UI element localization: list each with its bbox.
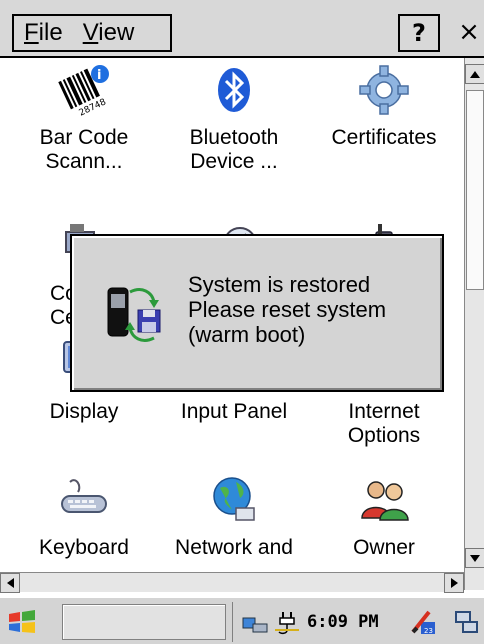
network-icon — [213, 477, 255, 521]
scroll-down-button[interactable] — [465, 548, 484, 568]
dialog-line-2: Please reset system — [188, 297, 387, 322]
item-keyboard[interactable]: Keyboard — [14, 472, 154, 560]
item-owner[interactable]: Owner — [314, 472, 454, 560]
arrow-down-icon — [470, 554, 480, 562]
connection-icon[interactable] — [453, 608, 481, 636]
windows-flag-icon[interactable] — [6, 606, 38, 638]
input-method-icon[interactable]: 23 — [409, 608, 437, 636]
file-label-rest: ile — [38, 19, 63, 46]
restore-dialog: System is restored Please reset system (… — [70, 234, 444, 392]
arrow-up-icon — [470, 70, 480, 78]
menu-bar: File View ? × — [0, 0, 484, 58]
item-label: Network and — [175, 536, 293, 559]
file-mnemonic: F — [24, 19, 39, 46]
menu-file[interactable]: File — [14, 19, 73, 47]
svg-text:i: i — [97, 68, 101, 83]
dialog-message: System is restored Please reset system (… — [188, 272, 386, 347]
menu-group: File View — [12, 14, 172, 52]
dialog-line-1: System is restored — [188, 272, 371, 297]
arrow-right-icon — [450, 578, 458, 588]
keyboard-icon — [61, 479, 107, 513]
view-label-rest: iew — [98, 19, 135, 46]
dialog-line-3: (warm boot) — [188, 322, 306, 347]
certificates-icon — [359, 65, 409, 115]
item-network[interactable]: Network and — [164, 472, 304, 560]
power-plug-icon[interactable] — [273, 608, 301, 636]
system-tray: 6:09 PM 23 — [232, 602, 484, 642]
network-tray-icon[interactable] — [241, 608, 269, 636]
scroll-right-button[interactable] — [444, 573, 464, 593]
item-label: Certificates — [331, 126, 437, 149]
item-label: Keyboard — [39, 536, 129, 559]
owner-icon — [361, 481, 409, 521]
arrow-left-icon — [6, 578, 14, 588]
item-label: Display — [49, 400, 119, 423]
bluetooth-icon — [218, 68, 250, 112]
item-label: Owner — [353, 536, 415, 559]
item-bluetooth-device[interactable]: Bluetooth Device ... — [164, 62, 304, 174]
item-bar-code-scanner[interactable]: 28748 i Bar Code Scann... — [14, 62, 154, 174]
view-mnemonic: V — [82, 19, 99, 46]
item-label: Bar Code Scann... — [39, 126, 129, 173]
vertical-scrollbar[interactable] — [464, 58, 484, 590]
svg-text:23: 23 — [424, 627, 433, 635]
item-label: Internet Options — [347, 400, 421, 447]
restore-device-icon — [107, 287, 161, 342]
menu-view[interactable]: View — [73, 19, 145, 47]
close-button[interactable]: × — [454, 14, 484, 52]
item-label: Input Panel — [180, 400, 288, 423]
taskbar: 6:09 PM 23 — [0, 596, 484, 644]
horizontal-scrollbar[interactable] — [0, 572, 464, 593]
scroll-thumb[interactable] — [466, 90, 484, 290]
barcode-icon: 28748 i — [58, 65, 109, 118]
scroll-up-button[interactable] — [465, 64, 484, 84]
item-label: Bluetooth Device ... — [189, 126, 279, 173]
svg-text:28748: 28748 — [78, 97, 108, 118]
item-certificates[interactable]: Certificates — [314, 62, 454, 150]
help-button[interactable]: ? — [398, 14, 440, 52]
taskbar-slot[interactable] — [62, 604, 226, 640]
taskbar-clock[interactable]: 6:09 PM — [307, 612, 379, 632]
scroll-left-button[interactable] — [0, 573, 20, 593]
